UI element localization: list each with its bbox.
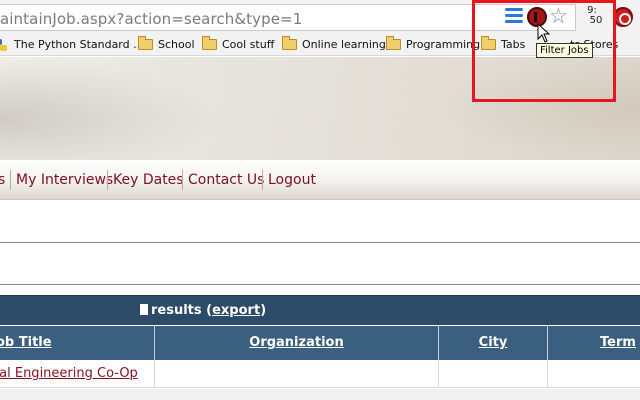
python-icon (0, 39, 7, 51)
folder-icon (138, 36, 153, 50)
column-header-organization[interactable]: Organization (155, 326, 438, 360)
cell-divider (547, 360, 548, 388)
bookmark-label: Programming (406, 38, 481, 51)
table-row (0, 389, 640, 400)
star-icon[interactable]: ☆ (549, 5, 568, 27)
nav-item-logout[interactable]: Logout (268, 170, 316, 190)
bookmark-label: School (158, 38, 195, 51)
nav-divider (182, 170, 183, 190)
job-title-link[interactable]: cal Engineering Co-Op (0, 366, 138, 381)
nav-divider (107, 170, 108, 190)
nav-divider (10, 170, 11, 190)
results-bar: results (export) (0, 295, 640, 325)
nav-item-partial[interactable]: s (0, 170, 5, 190)
nav-item-key-dates[interactable]: Key Dates (113, 170, 184, 190)
folder-icon (481, 36, 496, 50)
results-close: ) (260, 303, 267, 318)
square-icon (140, 304, 148, 315)
stop-icon[interactable] (613, 7, 633, 27)
column-header-term[interactable]: Term (548, 326, 640, 360)
bookmark-label: Tabs (501, 38, 526, 51)
nav-item-my-interviews[interactable]: My Interviews (16, 170, 113, 190)
mouse-cursor-icon (537, 23, 551, 43)
bookmark-label: Online learning (302, 38, 386, 51)
table-row: cal Engineering Co-Op (0, 360, 640, 388)
cell-divider (438, 360, 439, 388)
waves-icon[interactable] (505, 8, 523, 24)
site-banner (0, 57, 640, 160)
export-link[interactable]: export (212, 303, 260, 318)
folder-icon (386, 36, 401, 50)
bookmark-label: Cool stuff (222, 38, 275, 51)
nav-item-contact-us[interactable]: Contact Us (188, 170, 264, 190)
cell-divider (154, 360, 155, 388)
table-header: ob Title Organization City Term (0, 326, 640, 360)
bookmark-label: The Python Standard ... (14, 38, 144, 51)
folder-icon (202, 36, 217, 50)
section-divider (0, 284, 640, 285)
column-header-job-title[interactable]: ob Title (0, 326, 56, 360)
url-text[interactable]: aintainJob.aspx?action=search&type=1 (0, 10, 302, 28)
address-bar[interactable]: aintainJob.aspx?action=search&type=1 (0, 4, 576, 31)
results-label: results ( (151, 303, 213, 318)
column-header-city[interactable]: City (439, 326, 547, 360)
results-summary: results (export) (140, 303, 266, 319)
main-nav: s My Interviews Key Dates Contact Us Log… (0, 160, 640, 200)
section-divider (0, 242, 640, 243)
browser-window: aintainJob.aspx?action=search&type=1 ☆ 9… (0, 0, 640, 400)
folder-icon (282, 36, 297, 50)
filter-jobs-tooltip: Filter Jobs (536, 43, 593, 58)
clock-minutes: 50 (589, 15, 603, 26)
clock-badge[interactable]: 9: 50 (583, 6, 605, 26)
nav-divider (262, 170, 263, 190)
